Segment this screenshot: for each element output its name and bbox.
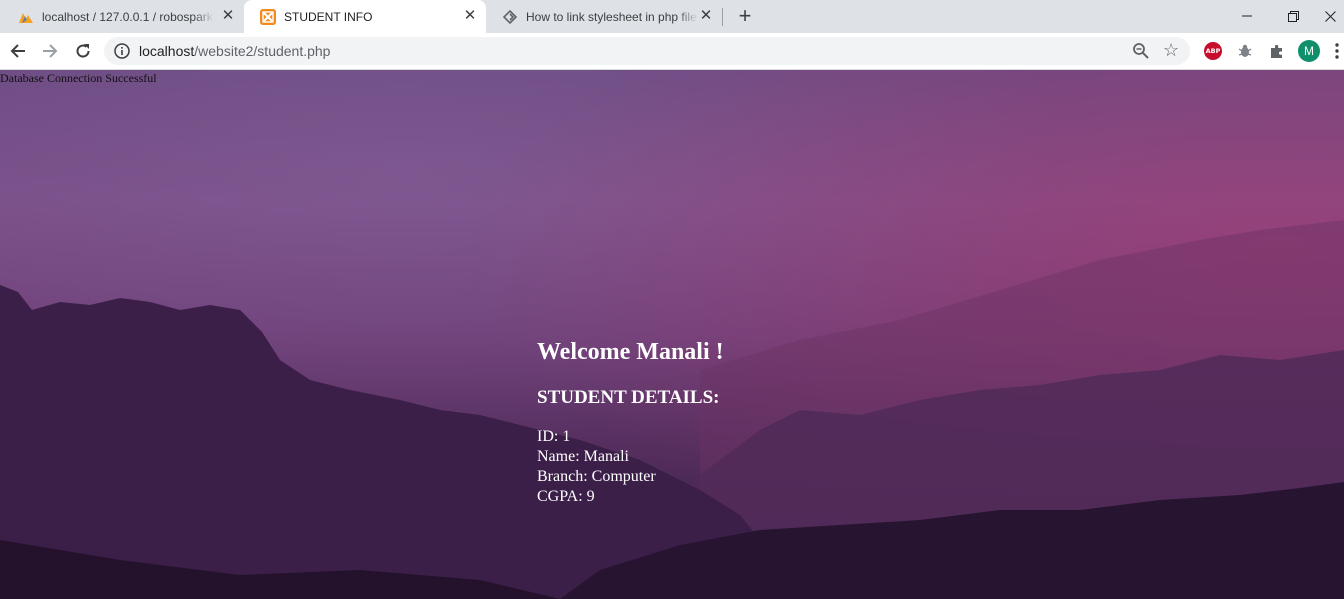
minimize-icon [1242,15,1252,17]
tab-strip: localhost / 127.0.0.1 / robospark ✕ STUD… [0,0,1344,33]
close-tab-icon[interactable]: ✕ [462,8,478,24]
url-path: /website2/student.php [194,43,331,59]
tab-title: localhost / 127.0.0.1 / robospark [42,9,213,24]
tab-student-info[interactable]: STUDENT INFO ✕ [244,0,486,33]
tab-title: STUDENT INFO [284,9,373,24]
bookmark-star-icon[interactable]: ☆ [1163,41,1181,59]
minimize-button[interactable] [1224,4,1270,28]
db-connection-message: Database Connection Successful [0,71,157,85]
page-viewport: Database Connection Successful Welcome M… [0,70,1344,599]
reload-button[interactable] [70,38,96,64]
bug-icon [1238,44,1252,57]
adblock-extension-button[interactable]: ABP [1203,41,1223,61]
reload-icon [76,44,90,58]
tab-separator [722,8,723,26]
back-button[interactable] [5,38,31,64]
phpmyadmin-icon [18,9,34,25]
close-tab-icon[interactable]: ✕ [698,8,714,24]
url-host: localhost [139,43,195,59]
close-tab-icon[interactable]: ✕ [220,8,236,24]
avatar: M [1298,40,1320,62]
field-id: ID: 1 [537,428,571,445]
bug-extension-button[interactable] [1235,41,1255,61]
back-arrow-icon [10,44,25,58]
new-tab-button[interactable]: + [734,5,756,27]
restore-icon [1287,10,1299,22]
puzzle-icon [1271,44,1282,58]
welcome-heading: Welcome Manali ! [537,339,724,365]
field-branch: Branch: Computer [537,468,656,485]
address-bar[interactable]: localhost/website2/student.php ☆ [104,37,1190,65]
zoom-icon[interactable] [1132,42,1150,60]
info-icon[interactable] [114,43,130,59]
student-details-heading: STUDENT DETAILS: [537,387,720,408]
kebab-menu-icon[interactable] [1334,42,1340,60]
student-fields: ID: 1 Name: Manali Branch: Computer CGPA… [537,427,724,507]
url-text[interactable]: localhost/website2/student.php [139,43,330,59]
student-info-panel: Welcome Manali ! STUDENT DETAILS: ID: 1 … [537,338,724,507]
browser-toolbar: localhost/website2/student.php ☆ ABP M [0,33,1344,70]
adblock-plus-icon: ABP [1204,42,1222,60]
xampp-icon [260,8,276,25]
close-icon [1324,10,1336,22]
tab-phpmyadmin[interactable]: localhost / 127.0.0.1 / robospark ✕ [2,0,244,33]
forward-arrow-icon [43,44,58,58]
profile-button[interactable]: M [1297,39,1321,63]
restore-button[interactable] [1270,4,1316,28]
close-window-button[interactable] [1316,4,1344,28]
extensions-button[interactable] [1267,41,1287,61]
mountain-background-image [0,70,1344,599]
stackoverflow-icon [502,9,518,25]
forward-button[interactable] [37,38,63,64]
field-name: Name: Manali [537,448,629,465]
field-cgpa: CGPA: 9 [537,488,595,505]
tab-stackoverflow[interactable]: How to link stylesheet in php file ✕ [486,0,722,33]
tab-title: How to link stylesheet in php file [526,9,697,24]
